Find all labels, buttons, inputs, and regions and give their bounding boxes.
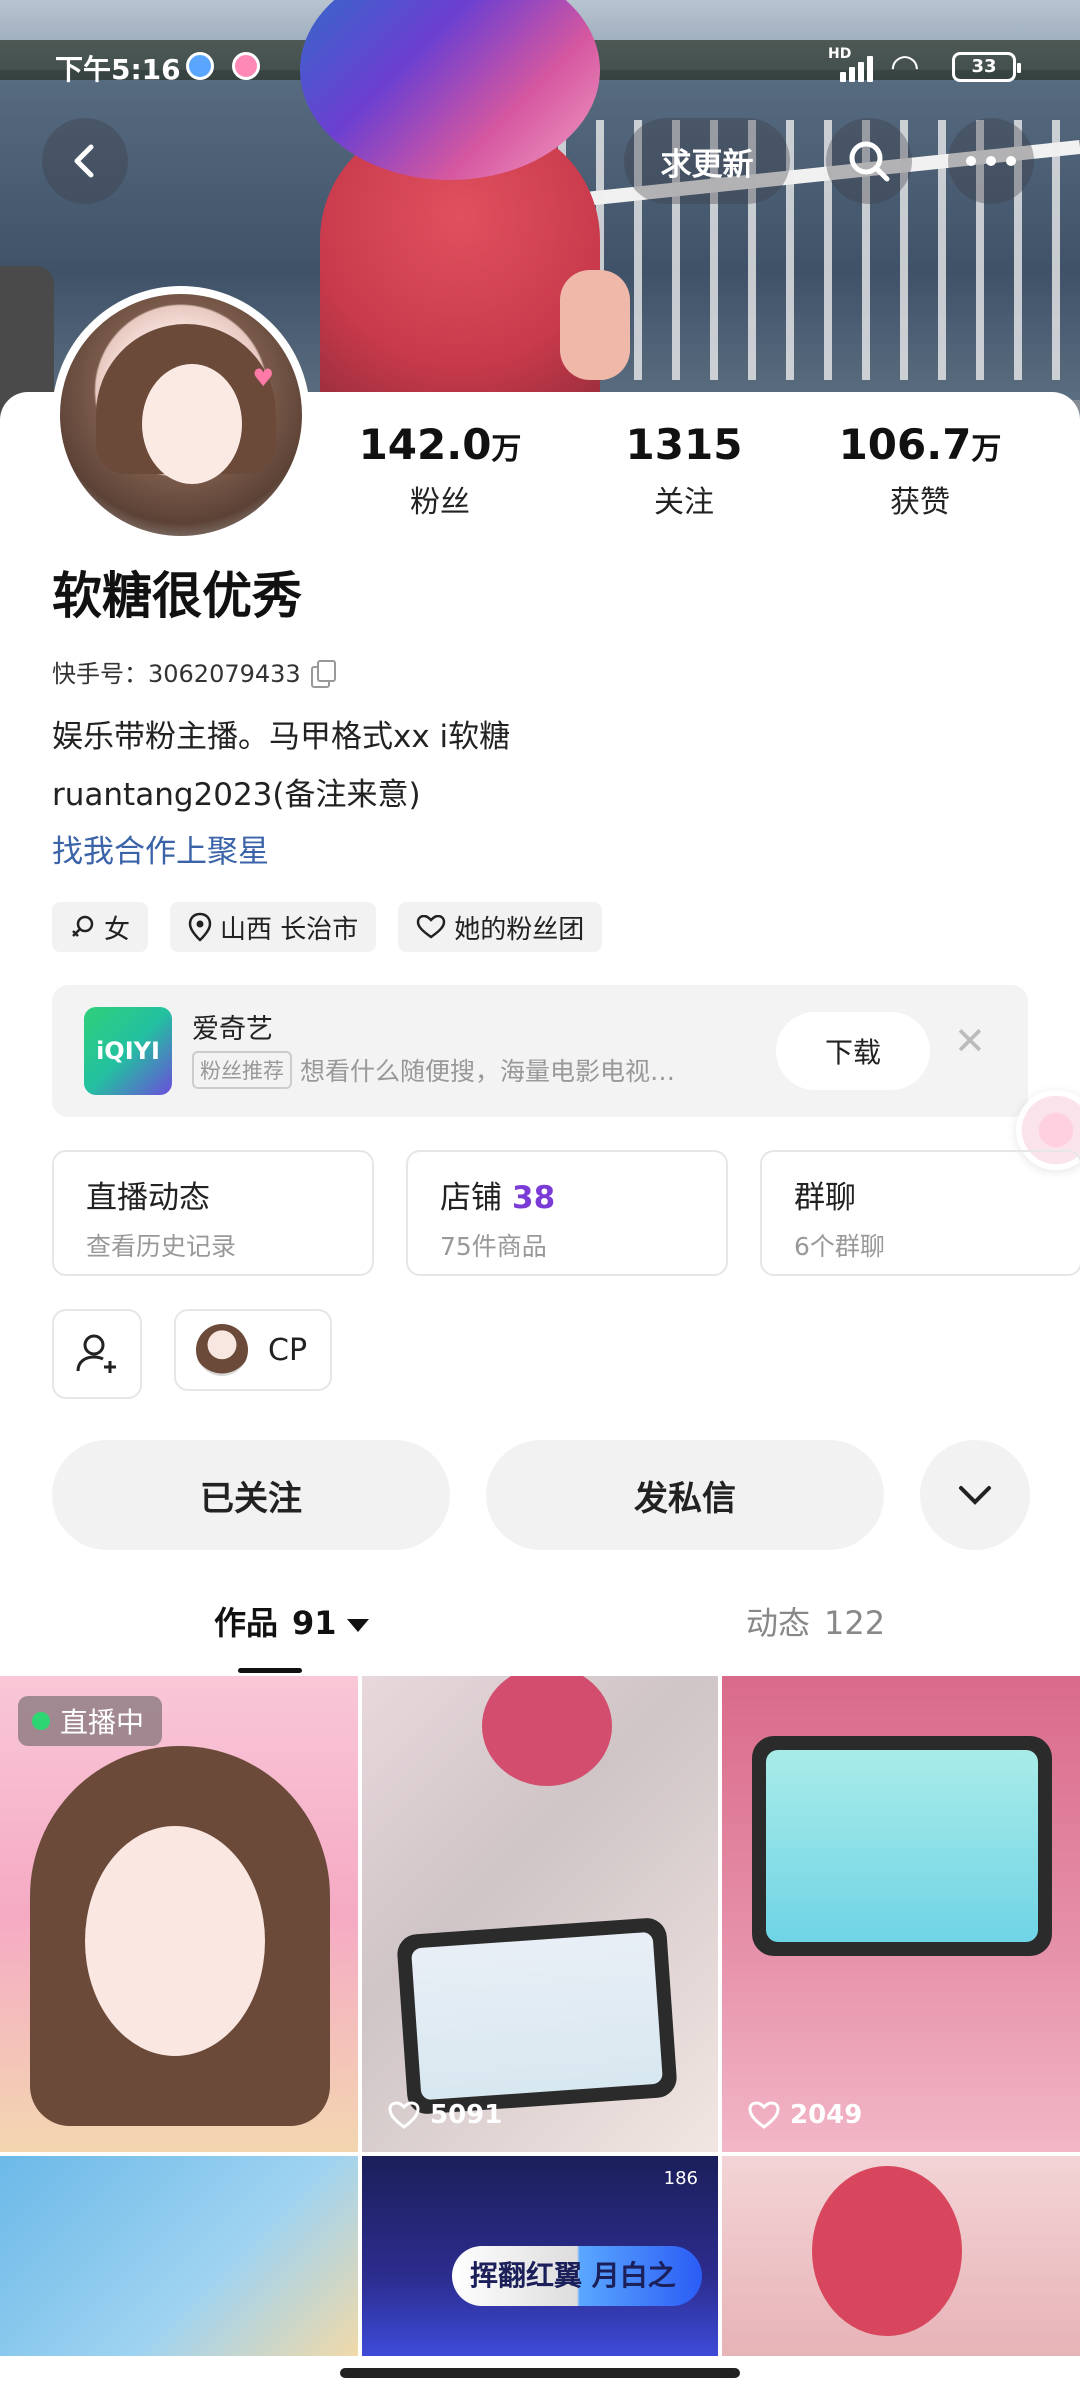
profile-name: 软糖很优秀 [52,567,302,625]
send-message-button[interactable]: 发私信 [486,1440,884,1550]
profile-stats: 142.0万 粉丝 1315 关注 106.7万 获赞 [340,420,1060,540]
heart-icon: ♥ [252,364,274,392]
iqiyi-logo: iQIYI [84,1007,172,1095]
home-indicator[interactable] [340,2368,740,2378]
status-bar: 下午5:16 HD ◠ 33 [0,0,1080,130]
ad-title: 爱奇艺 [192,1014,273,1045]
profile-tags: 女 山西 长治市 她的粉丝团 [52,902,603,952]
search-icon [849,141,890,182]
video-tile[interactable]: 2049 [722,1676,1080,2152]
video-tile[interactable]: 186 挥翻红翼 月白之 [362,2156,718,2356]
avatar[interactable]: ♥ [52,286,310,544]
group-chat-card[interactable]: 群聊 6个群聊 [760,1150,1080,1276]
notification-icon [232,52,260,80]
profile-bio: 娱乐带粉主播。马甲格式xx i软糖 ruantang2023(备注来意) [52,719,511,813]
live-dot-icon [32,1712,50,1730]
wifi-icon: ◠ [890,47,920,87]
like-count: 5091 [388,2100,502,2130]
coin-count: 186 [663,2168,698,2189]
search-button[interactable] [826,118,912,204]
add-user-icon [76,1334,116,1373]
signal-icon [840,52,880,82]
request-update-button[interactable]: 求更新 [624,118,790,204]
stat-likes[interactable]: 106.7万 获赞 [820,420,1020,521]
gender-tag: 女 [52,902,149,952]
followed-button[interactable]: 已关注 [52,1440,450,1550]
kuaishou-id: 快手号：3062079433 [52,654,336,689]
back-arrow-icon [74,144,94,178]
expand-more-button[interactable] [920,1440,1030,1550]
shop-card[interactable]: 店铺 38 75件商品 [406,1150,728,1276]
tab-works[interactable]: 作品 91 [214,1598,369,1644]
female-icon [72,915,94,937]
video-tile[interactable] [722,2156,1080,2356]
back-button[interactable] [42,118,128,204]
cp-button[interactable]: CP [174,1309,332,1391]
video-banner-text: 挥翻红翼 月白之 [452,2246,702,2306]
stat-fans[interactable]: 142.0万 粉丝 [340,420,540,521]
video-tile[interactable]: 5091 [362,1676,718,2152]
copy-icon[interactable] [310,659,336,688]
live-badge: 直播中 [18,1696,163,1746]
tab-indicator [238,1668,302,1673]
cp-avatar [196,1324,248,1376]
more-icon [966,156,1016,166]
live-history-card[interactable]: 直播动态 查看历史记录 [52,1150,374,1276]
heart-outline-icon [748,2101,780,2129]
video-tile[interactable] [0,2156,358,2356]
chevron-down-icon [959,1486,991,1505]
tab-moments[interactable]: 动态 122 [746,1598,885,1644]
video-tile[interactable]: 直播中 [0,1676,358,2152]
more-options-button[interactable] [948,118,1034,204]
fan-club-heart-icon [417,915,446,939]
works-grid: 直播中 5091 2049 186 挥翻红翼 月白之 [0,1676,1080,2356]
location-tag: 山西 长治市 [170,902,377,952]
notification-icon [186,52,214,80]
ad-badge: 粉丝推荐 [192,1051,292,1089]
like-count: 2049 [748,2100,862,2130]
ad-banner[interactable]: iQIYI 爱奇艺 粉丝推荐 想看什么随便搜，海量电影电视… 下载 ✕ [52,985,1028,1117]
stat-following[interactable]: 1315 关注 [584,420,784,521]
caret-down-icon [346,1618,369,1632]
ad-description: 粉丝推荐 想看什么随便搜，海量电影电视… [192,1051,675,1089]
fan-club-tag[interactable]: 她的粉丝团 [398,902,603,952]
collab-link[interactable]: 找我合作上聚星 [52,826,269,871]
location-pin-icon [188,912,212,942]
status-time: 下午5:16 [55,53,181,86]
heart-outline-icon [388,2101,420,2129]
ad-download-button[interactable]: 下载 [776,1012,930,1090]
ad-close-icon[interactable]: ✕ [954,1019,986,1063]
add-friend-button[interactable] [52,1309,142,1399]
battery-icon: 33 [952,52,1021,82]
